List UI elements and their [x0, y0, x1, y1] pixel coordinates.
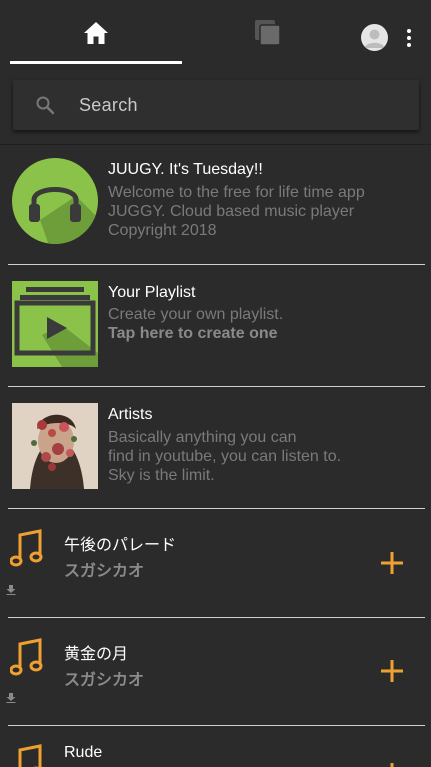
song-artist: スガシカオ: [64, 563, 145, 580]
divider: [8, 508, 425, 509]
more-options-button[interactable]: [400, 24, 418, 52]
card-description-line: Welcome to the free for life time app: [108, 184, 365, 201]
card-title: JUUGY. It's Tuesday!!: [108, 161, 263, 178]
dot-icon: [407, 36, 411, 40]
card-description-line: JUGGY. Cloud based music player: [108, 203, 355, 220]
dot-icon: [407, 43, 411, 47]
add-icon[interactable]: [378, 549, 406, 577]
song-title: 黄金の月: [64, 646, 129, 663]
create-playlist-link[interactable]: Tap here to create one: [108, 325, 278, 342]
playlist-icon: [12, 281, 98, 367]
pages-icon: [255, 20, 281, 46]
download-icon[interactable]: [6, 693, 16, 703]
search-input[interactable]: Search: [79, 95, 138, 116]
divider: [8, 617, 425, 618]
divider: [8, 386, 425, 387]
card-description-line: Sky is the limit.: [108, 467, 215, 484]
card-call-to-action: Tap here to create one: [108, 324, 278, 343]
card-title: Artists: [108, 406, 153, 423]
music-note-icon: [10, 638, 43, 676]
headphones-icon: [12, 158, 98, 244]
download-icon[interactable]: [6, 585, 16, 595]
divider: [0, 144, 431, 145]
song-title: 午後のパレード: [64, 537, 177, 554]
top-app-bar: [0, 0, 431, 66]
dot-icon: [407, 29, 411, 33]
song-title: Rude: [64, 744, 103, 761]
add-icon[interactable]: [378, 760, 406, 767]
search-icon: [36, 96, 55, 115]
tab-home[interactable]: [10, 0, 182, 66]
avatar[interactable]: [361, 24, 388, 51]
card-description-line: Copyright 2018: [108, 222, 217, 239]
card-description-line: find in youtube, you can listen to.: [108, 448, 342, 465]
card-description-line: Create your own playlist.: [108, 306, 284, 323]
artist-image: [12, 403, 98, 489]
song-artist: スガシカオ: [64, 672, 145, 689]
divider: [8, 264, 425, 265]
home-icon: [84, 22, 108, 44]
divider: [8, 725, 425, 726]
music-note-icon: [10, 529, 43, 567]
active-tab-indicator: [10, 61, 182, 64]
tab-pages[interactable]: [182, 0, 354, 66]
music-note-icon: [18, 744, 42, 767]
search-bar[interactable]: Search: [13, 80, 419, 130]
user-icon: [364, 29, 385, 48]
add-icon[interactable]: [378, 657, 406, 685]
card-description-line: Basically anything you can: [108, 429, 297, 446]
card-title: Your Playlist: [108, 284, 196, 301]
